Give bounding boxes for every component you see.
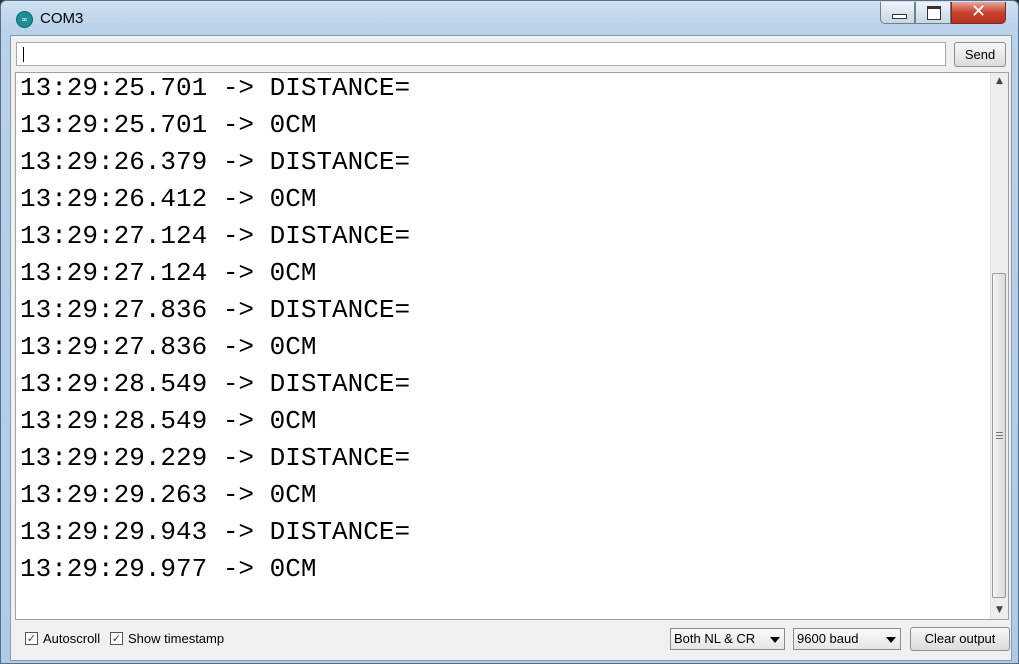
serial-monitor-window: ∞ COM3 ✕ Send 13:29:25.701 -> DISTANCE= 1… bbox=[0, 0, 1019, 664]
line-ending-value: Both NL & CR bbox=[674, 631, 756, 646]
autoscroll-checkbox[interactable]: ✓ bbox=[25, 632, 38, 645]
send-input[interactable] bbox=[16, 42, 946, 66]
output-line: 13:29:29.977 -> 0CM bbox=[20, 554, 317, 584]
output-line: 13:29:27.836 -> DISTANCE= bbox=[20, 295, 411, 325]
close-button[interactable]: ✕ bbox=[951, 1, 1006, 24]
output-line: 13:29:28.549 -> DISTANCE= bbox=[20, 369, 411, 399]
minimize-icon bbox=[892, 14, 907, 19]
vertical-scrollbar[interactable]: ▲ ▼ bbox=[990, 73, 1008, 619]
clear-output-button[interactable]: Clear output bbox=[910, 627, 1010, 651]
output-line: 13:29:28.549 -> 0CM bbox=[20, 406, 317, 436]
title-bar[interactable]: ∞ COM3 ✕ bbox=[1, 1, 1018, 35]
output-line: 13:29:27.124 -> DISTANCE= bbox=[20, 221, 411, 251]
baud-rate-value: 9600 baud bbox=[797, 631, 859, 646]
line-ending-select[interactable]: Both NL & CR bbox=[670, 628, 785, 650]
grip-line bbox=[996, 435, 1003, 436]
minimize-button[interactable] bbox=[880, 2, 915, 24]
output-line: 13:29:29.943 -> DISTANCE= bbox=[20, 517, 411, 547]
send-button[interactable]: Send bbox=[954, 42, 1006, 67]
output-line: 13:29:25.701 -> DISTANCE= bbox=[20, 73, 411, 103]
arduino-icon: ∞ bbox=[16, 11, 33, 28]
text-caret bbox=[23, 47, 24, 62]
output-line: 13:29:27.836 -> 0CM bbox=[20, 332, 317, 362]
serial-output[interactable]: 13:29:25.701 -> DISTANCE= 13:29:25.701 ->… bbox=[15, 72, 1009, 620]
scroll-thumb[interactable] bbox=[992, 273, 1006, 598]
timestamp-label[interactable]: Show timestamp bbox=[128, 631, 224, 646]
output-line: 13:29:26.379 -> DISTANCE= bbox=[20, 147, 411, 177]
chevron-down-icon bbox=[886, 637, 896, 643]
output-line: 13:29:29.229 -> DISTANCE= bbox=[20, 443, 411, 473]
output-lines: 13:29:25.701 -> DISTANCE= 13:29:25.701 ->… bbox=[20, 73, 410, 591]
grip-line bbox=[996, 432, 1003, 433]
chevron-down-icon bbox=[770, 637, 780, 643]
window-title: COM3 bbox=[40, 10, 84, 27]
scroll-up-icon[interactable]: ▲ bbox=[991, 73, 1008, 90]
grip-line bbox=[996, 438, 1003, 439]
baud-rate-select[interactable]: 9600 baud bbox=[793, 628, 901, 650]
scroll-down-icon[interactable]: ▼ bbox=[991, 602, 1008, 619]
client-area: Send 13:29:25.701 -> DISTANCE= 13:29:25.7… bbox=[10, 35, 1012, 661]
maximize-button[interactable] bbox=[915, 2, 951, 24]
close-icon: ✕ bbox=[970, 1, 987, 22]
output-line: 13:29:29.263 -> 0CM bbox=[20, 480, 317, 510]
timestamp-checkbox[interactable]: ✓ bbox=[110, 632, 123, 645]
maximize-icon bbox=[927, 6, 941, 20]
output-line: 13:29:25.701 -> 0CM bbox=[20, 110, 317, 140]
bottom-bar: ✓ Autoscroll ✓ Show timestamp Both NL & … bbox=[11, 624, 1011, 658]
output-line: 13:29:27.124 -> 0CM bbox=[20, 258, 317, 288]
autoscroll-label[interactable]: Autoscroll bbox=[43, 631, 100, 646]
output-line: 13:29:26.412 -> 0CM bbox=[20, 184, 317, 214]
